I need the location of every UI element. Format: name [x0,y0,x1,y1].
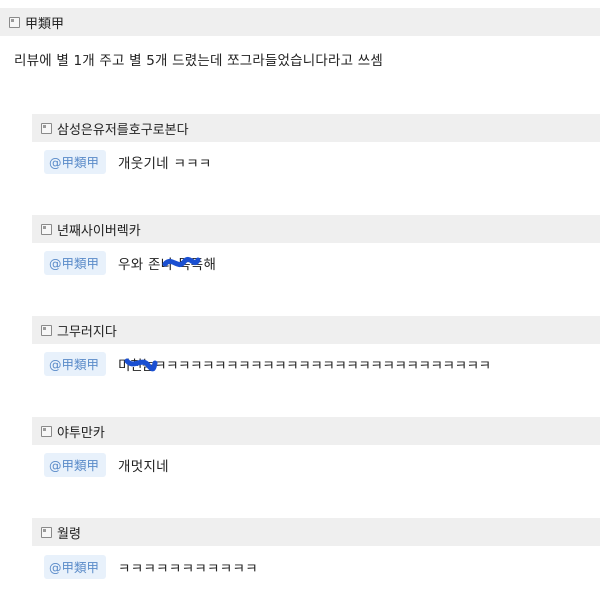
comment-author-bar: 그무러지다 [32,316,600,344]
mention-tag[interactable]: @甲類甲 [44,555,107,579]
comment-text: 미친놈ㅋㅋㅋㅋㅋㅋㅋㅋㅋㅋㅋㅋㅋㅋㅋㅋㅋㅋㅋㅋㅋㅋㅋㅋㅋㅋㅋㅋ [118,358,491,374]
user-level-icon [41,425,52,437]
comment-author-bar: 월령 [32,518,600,546]
user-level-icon [41,324,52,336]
comment-body: @甲類甲 미친놈ㅋㅋㅋㅋㅋㅋㅋㅋㅋㅋㅋㅋㅋㅋㅋㅋㅋㅋㅋㅋㅋㅋㅋㅋㅋㅋㅋㅋ [44,352,491,376]
comment-body: @甲類甲 우와 존나 똑똑해 [44,251,216,275]
mention-tag[interactable]: @甲類甲 [44,453,107,477]
comment-author-bar: 야투만카 [32,417,600,445]
comment-body: @甲類甲 ㅋㅋㅋㅋㅋㅋㅋㅋㅋㅋㅋ [44,555,258,579]
post-author-bar: 甲類甲 [0,8,600,36]
comment-author-name[interactable]: 그무러지다 [57,321,117,340]
user-level-icon [41,223,52,235]
comment-author-name[interactable]: 월령 [57,523,81,542]
user-level-icon [9,16,20,28]
comment-author-name[interactable]: 삼성은유저를호구로본다 [57,119,189,138]
mention-tag[interactable]: @甲類甲 [44,251,107,275]
comment-author-name[interactable]: 년째사이버렉카 [57,220,141,239]
post-body: 리뷰에 별 1개 주고 별 5개 드렸는데 쪼그라들었습니다라고 쓰셈 [14,53,384,69]
comment-author-bar: 삼성은유저를호구로본다 [32,114,600,142]
mention-tag[interactable]: @甲類甲 [44,150,107,174]
user-level-icon [41,526,52,538]
comment-body: @甲類甲 개멋지네 [44,453,169,477]
mention-tag[interactable]: @甲類甲 [44,352,107,376]
comment-author-bar: 년째사이버렉카 [32,215,600,243]
comment-text: 개멋지네 [118,459,169,475]
post-author-name[interactable]: 甲類甲 [25,13,64,32]
comment-text: 우와 존나 똑똑해 [118,257,217,273]
comment-author-name[interactable]: 야투만카 [57,422,105,441]
comment-text: ㅋㅋㅋㅋㅋㅋㅋㅋㅋㅋㅋ [118,561,258,577]
comment-body: @甲類甲 개웃기네 ㅋㅋㅋ [44,150,212,174]
comment-text: 개웃기네 ㅋㅋㅋ [118,156,212,172]
user-level-icon [41,122,52,134]
